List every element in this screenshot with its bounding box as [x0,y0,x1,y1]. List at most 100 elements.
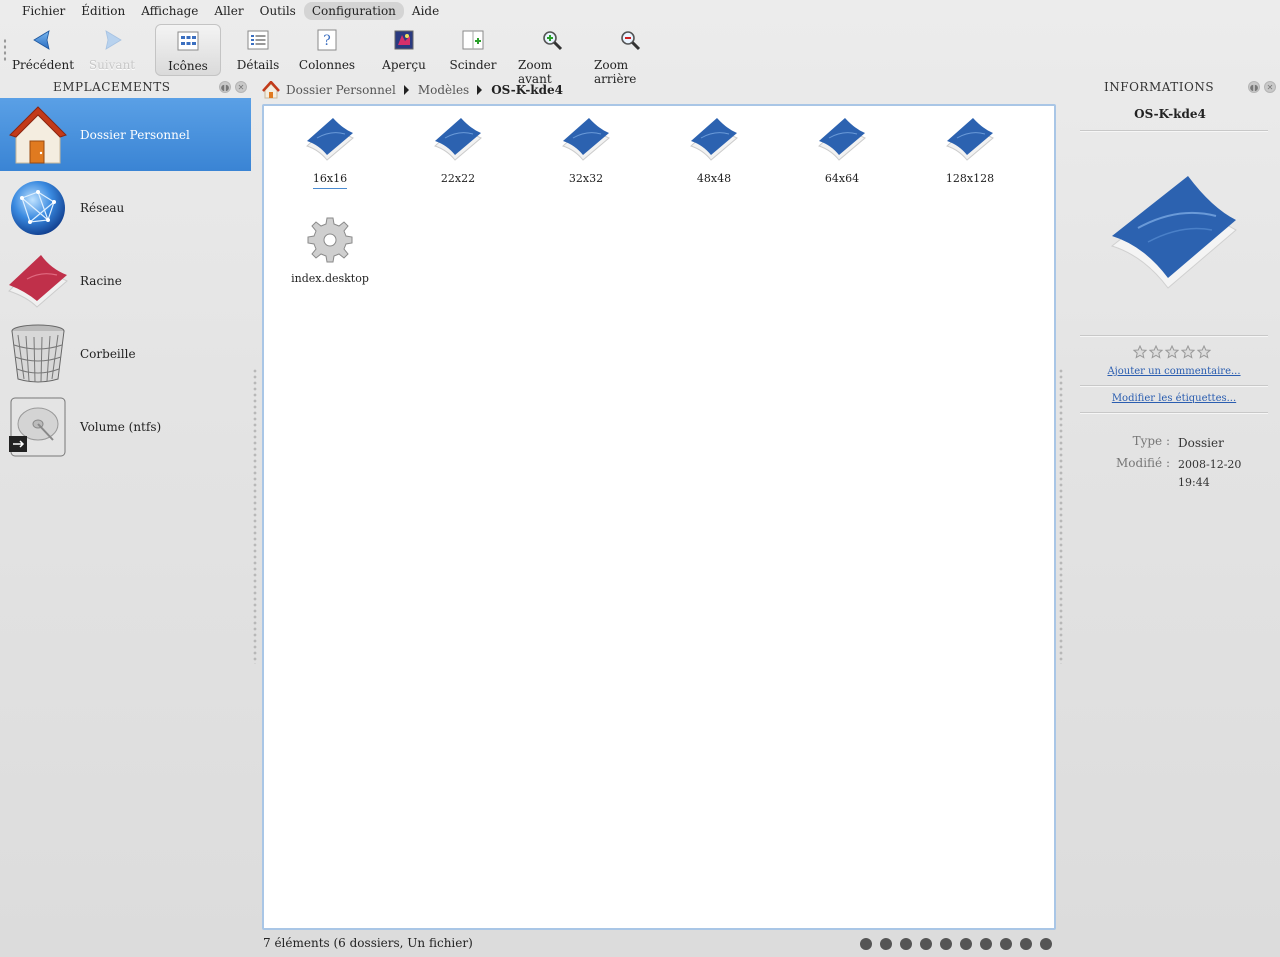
icons-label: Icônes [168,59,208,73]
zoom-in-button[interactable]: Zoom avant [518,24,586,86]
zoom-dot[interactable] [960,938,972,950]
star-icon[interactable] [1197,345,1211,359]
file-item[interactable]: 128x128 [920,114,1020,188]
menu-outils[interactable]: Outils [252,2,304,20]
places-panel-controls: ◖◗ ✕ [219,81,247,93]
breadcrumb-item-home[interactable]: Dossier Personnel [286,83,396,97]
edit-tags-link[interactable]: Modifier les étiquettes... [1080,393,1268,404]
zoom-dot[interactable] [860,938,872,950]
breadcrumb-home-icon[interactable] [262,81,280,99]
divider [1080,385,1268,386]
svg-text:?: ? [323,33,331,49]
preview-icon [392,28,416,52]
star-icon[interactable] [1165,345,1179,359]
menu-affichage[interactable]: Affichage [133,2,206,20]
places-close-button[interactable]: ✕ [235,81,247,93]
preview-button[interactable]: Aperçu [378,24,430,76]
file-name: index.desktop [291,272,369,285]
place-network[interactable]: Réseau [0,171,251,244]
forward-button[interactable]: Suivant [82,24,142,76]
file-item[interactable]: 32x32 [536,114,636,188]
breadcrumb: Dossier Personnel Modèles OS-K-kde4 [262,80,563,100]
file-name: 48x48 [696,172,732,185]
folder-icon [430,114,486,166]
breadcrumb-current[interactable]: OS-K-kde4 [491,83,563,97]
star-icon[interactable] [1149,345,1163,359]
folder-icon [558,114,614,166]
place-volume[interactable]: Volume (ntfs) [0,390,251,463]
menu-fichier[interactable]: Fichier [14,2,73,20]
arrow-right-icon [100,28,124,52]
info-float-button[interactable]: ◖◗ [1248,81,1260,93]
zoom-dot[interactable] [1020,938,1032,950]
file-item[interactable]: 64x64 [792,114,892,188]
zoom-out-button[interactable]: Zoom arrière [594,24,666,86]
file-item[interactable]: 48x48 [664,114,764,188]
place-root[interactable]: Racine [0,244,251,317]
preview-label: Aperçu [382,58,426,72]
place-network-label: Réseau [80,200,125,215]
toolbar-grip[interactable] [3,38,7,62]
right-splitter-handle[interactable] [1058,368,1064,664]
divider [1080,335,1268,336]
file-name: 64x64 [824,172,860,185]
places-list: Dossier Personnel Réseau Racine Corbeill… [0,98,251,463]
info-close-button[interactable]: ✕ [1264,81,1276,93]
menu-aller[interactable]: Aller [206,2,251,20]
zoom-dot[interactable] [900,938,912,950]
place-trash-label: Corbeille [80,346,136,361]
zoom-dot[interactable] [980,938,992,950]
zoom-dot[interactable] [940,938,952,950]
network-globe-icon [6,176,70,240]
place-trash[interactable]: Corbeille [0,317,251,390]
view-details-button[interactable]: Détails [232,24,284,76]
meta-type-value: Dossier [1178,436,1224,450]
file-item[interactable]: 16x16 [280,114,380,189]
home-icon [6,103,70,167]
file-name: 16x16 [312,172,348,189]
menu-edition[interactable]: Édition [73,2,133,20]
meta-modified-date: 2008-12-20 [1178,458,1242,471]
meta-type-label: Type : [1132,434,1170,448]
columns-view-icon: ? [315,28,339,52]
divider [1080,412,1268,413]
file-item[interactable]: index.desktop [280,214,380,288]
breadcrumb-arrow-icon [477,85,483,95]
back-button[interactable]: Précédent [12,24,74,76]
zoom-dot[interactable] [1000,938,1012,950]
back-label: Précédent [11,58,75,72]
menu-aide[interactable]: Aide [404,2,447,20]
zoom-slider[interactable] [860,938,1052,950]
file-item[interactable]: 22x22 [408,114,508,188]
zoom-dot[interactable] [1040,938,1052,950]
status-text: 7 éléments (6 dossiers, Un fichier) [263,936,473,950]
star-icon[interactable] [1133,345,1147,359]
gear-icon [302,214,358,266]
breadcrumb-item-modeles[interactable]: Modèles [418,83,469,97]
folder-icon [686,114,742,166]
place-home[interactable]: Dossier Personnel [0,98,251,171]
folder-icon [942,114,998,166]
zoom-dot[interactable] [880,938,892,950]
folder-icon [302,114,358,166]
view-icons-button[interactable]: Icônes [155,24,221,76]
zoom-out-label: Zoom arrière [594,58,637,86]
place-root-label: Racine [80,273,122,288]
add-comment-link[interactable]: Ajouter un commentaire... [1080,366,1268,377]
zoom-dot[interactable] [920,938,932,950]
icons-view-icon [176,29,200,53]
info-panel-title: INFORMATIONS [1104,80,1215,94]
file-view[interactable]: 16x16 22x22 32x32 48x48 64x64 128x128 in… [262,104,1056,930]
details-label: Détails [236,58,280,72]
rating-stars[interactable] [1133,345,1211,359]
menu-configuration[interactable]: Configuration [303,2,404,20]
divider [1080,130,1268,131]
places-float-button[interactable]: ◖◗ [219,81,231,93]
root-folder-icon [6,249,70,313]
view-columns-button[interactable]: ? Colonnes [296,24,358,76]
left-splitter-handle[interactable] [252,368,258,664]
zoom-out-icon [618,28,642,52]
star-icon[interactable] [1181,345,1195,359]
split-button[interactable]: Scinder [446,24,500,76]
info-panel-controls: ◖◗ ✕ [1248,81,1276,93]
